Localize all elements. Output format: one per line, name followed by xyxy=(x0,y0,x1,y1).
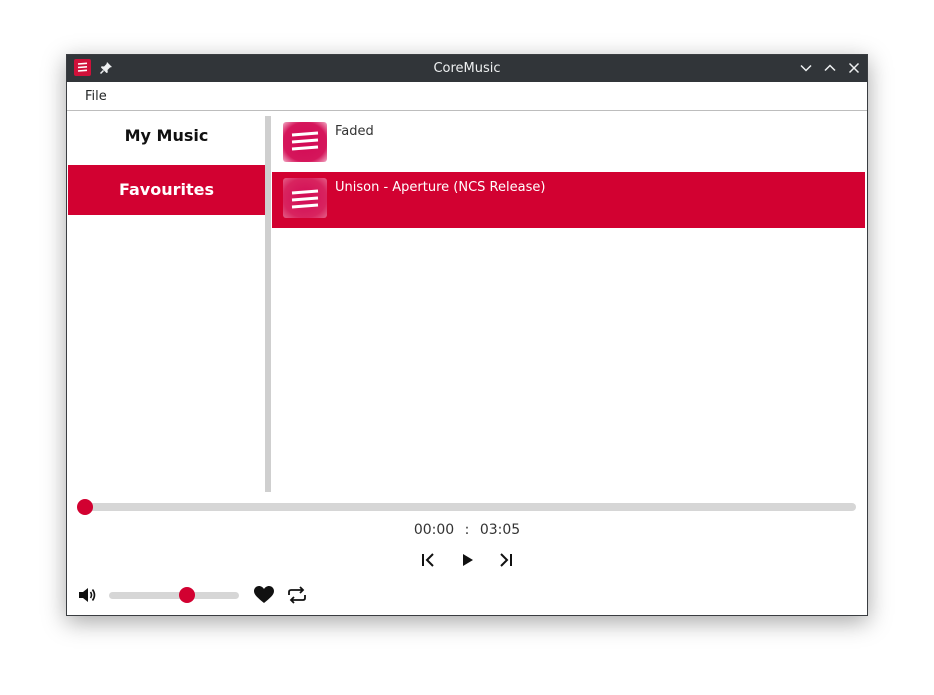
chevron-up-icon[interactable] xyxy=(822,60,838,76)
track-list: Faded Unison - Aperture (NCS Release) xyxy=(272,116,865,492)
seek-slider-handle[interactable] xyxy=(77,499,93,515)
splitter-handle[interactable] xyxy=(265,116,271,492)
time-separator: : xyxy=(464,522,470,538)
sidebar: My Music Favourites xyxy=(68,111,266,493)
repeat-icon[interactable] xyxy=(286,585,306,605)
seek-slider[interactable] xyxy=(84,503,856,511)
track-title: Faded xyxy=(335,124,374,139)
previous-icon[interactable] xyxy=(419,550,439,570)
play-icon[interactable] xyxy=(457,550,477,570)
next-icon[interactable] xyxy=(495,550,515,570)
track-row-selected[interactable]: Unison - Aperture (NCS Release) xyxy=(272,172,865,228)
chevron-down-icon[interactable] xyxy=(798,60,814,76)
track-title: Unison - Aperture (NCS Release) xyxy=(335,180,546,195)
track-row[interactable]: Faded xyxy=(272,116,865,172)
close-icon[interactable] xyxy=(846,60,862,76)
volume-slider[interactable] xyxy=(109,592,239,599)
sidebar-item-favourites[interactable]: Favourites xyxy=(68,165,265,215)
volume-slider-handle[interactable] xyxy=(179,587,195,603)
menu-file[interactable]: File xyxy=(85,89,107,104)
volume-icon[interactable] xyxy=(77,585,97,605)
window-title: CoreMusic xyxy=(433,61,501,76)
current-time: 00:00 xyxy=(413,522,455,538)
heart-icon[interactable] xyxy=(253,585,274,605)
time-display: 00:00 : 03:05 xyxy=(67,522,867,538)
album-art-icon xyxy=(282,177,328,219)
sidebar-item-my-music[interactable]: My Music xyxy=(68,111,265,161)
title-bar[interactable]: CoreMusic xyxy=(67,55,867,82)
album-art-icon xyxy=(282,121,328,163)
menu-bar: File xyxy=(67,82,867,111)
coremusic-window: CoreMusic File My Music Favourites Faded… xyxy=(66,54,868,616)
total-time: 03:05 xyxy=(479,522,521,538)
